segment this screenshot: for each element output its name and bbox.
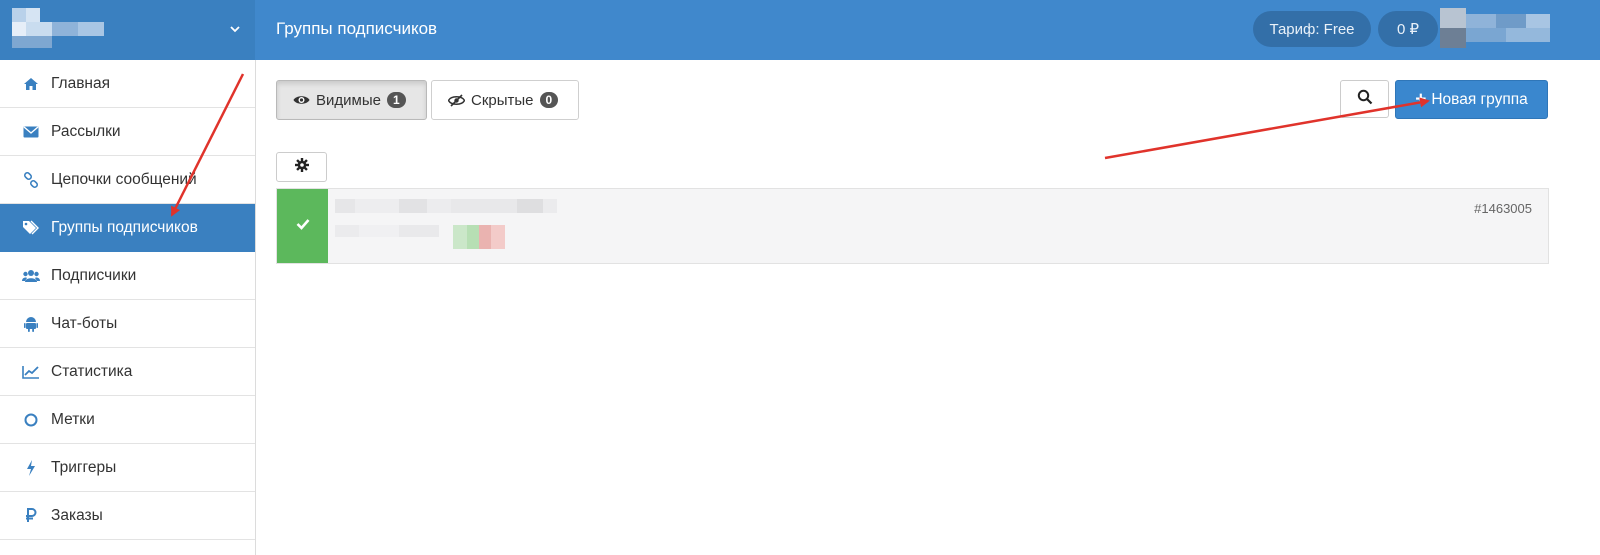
tab-hidden-count: 0 (539, 92, 559, 108)
circle-icon (22, 411, 40, 429)
sidebar-item-chains[interactable]: Цепочки сообщений (0, 156, 255, 204)
tab-visible[interactable]: Видимые 1 (276, 80, 427, 120)
sidebar-item-label: Подписчики (51, 266, 137, 284)
check-icon (296, 217, 310, 235)
plus-icon: + (1415, 89, 1427, 110)
link-icon (22, 171, 40, 189)
android-icon (22, 315, 40, 333)
group-id: #1463005 (1474, 201, 1532, 216)
sidebar-item-home[interactable]: Главная (0, 60, 255, 108)
balance-badge[interactable]: 0 ₽ (1378, 11, 1438, 47)
sidebar-header[interactable] (0, 0, 255, 60)
group-status-toggle[interactable] (277, 189, 328, 263)
sidebar-item-label: Рассылки (51, 122, 121, 140)
gear-icon (294, 157, 309, 177)
new-group-label: Новая группа (1431, 90, 1528, 108)
sidebar-item-label: Статистика (51, 362, 133, 380)
tab-visible-label: Видимые (316, 91, 381, 109)
settings-button[interactable] (276, 152, 327, 182)
sidebar-item-label: Заказы (51, 506, 103, 524)
sidebar-item-label: Триггеры (51, 458, 117, 476)
main-content: Видимые 1 Скрытые 0 + Новая группа #1463… (255, 60, 1600, 555)
tab-visible-count: 1 (386, 92, 406, 108)
tags-icon (22, 219, 40, 237)
line-chart-icon (22, 363, 40, 381)
sidebar-item-triggers[interactable]: Триггеры (0, 444, 255, 492)
sidebar-item-statistics[interactable]: Статистика (0, 348, 255, 396)
sidebar: Главная Рассылки Цепочки сообщений Групп… (0, 0, 256, 555)
sidebar-item-label: Цепочки сообщений (51, 170, 197, 188)
project-logo (12, 8, 106, 48)
sidebar-item-label: Группы подписчиков (51, 218, 198, 236)
home-icon (22, 75, 40, 93)
search-button[interactable] (1340, 80, 1389, 118)
bolt-icon (22, 459, 40, 477)
eye-slash-icon (448, 93, 465, 107)
sidebar-item-orders[interactable]: Заказы (0, 492, 255, 540)
sidebar-item-label: Чат-боты (51, 314, 118, 332)
sidebar-item-tags[interactable]: Метки (0, 396, 255, 444)
page-title: Группы подписчиков (276, 19, 438, 38)
tab-hidden[interactable]: Скрытые 0 (431, 80, 579, 120)
group-row[interactable]: #1463005 (276, 188, 1549, 264)
ruble-icon (22, 507, 40, 525)
sidebar-item-subscribers[interactable]: Подписчики (0, 252, 255, 300)
envelope-icon (22, 123, 40, 141)
sidebar-item-chatbots[interactable]: Чат-боты (0, 300, 255, 348)
sidebar-item-label: Метки (51, 410, 95, 428)
new-group-button[interactable]: + Новая группа (1395, 80, 1548, 119)
search-icon (1357, 89, 1373, 110)
sidebar-item-label: Главная (51, 74, 110, 92)
sidebar-nav: Главная Рассылки Цепочки сообщений Групп… (0, 60, 255, 540)
top-bar: Группы подписчиков Тариф: Free 0 ₽ (255, 0, 1600, 60)
chevron-down-icon[interactable] (229, 20, 241, 40)
sidebar-item-subscriber-groups[interactable]: Группы подписчиков (0, 204, 255, 252)
sidebar-item-mailings[interactable]: Рассылки (0, 108, 255, 156)
tab-hidden-label: Скрытые (471, 91, 534, 109)
user-avatar[interactable] (1440, 8, 1555, 48)
users-icon (22, 267, 40, 285)
eye-icon (293, 94, 310, 106)
tariff-badge[interactable]: Тариф: Free (1253, 11, 1371, 47)
